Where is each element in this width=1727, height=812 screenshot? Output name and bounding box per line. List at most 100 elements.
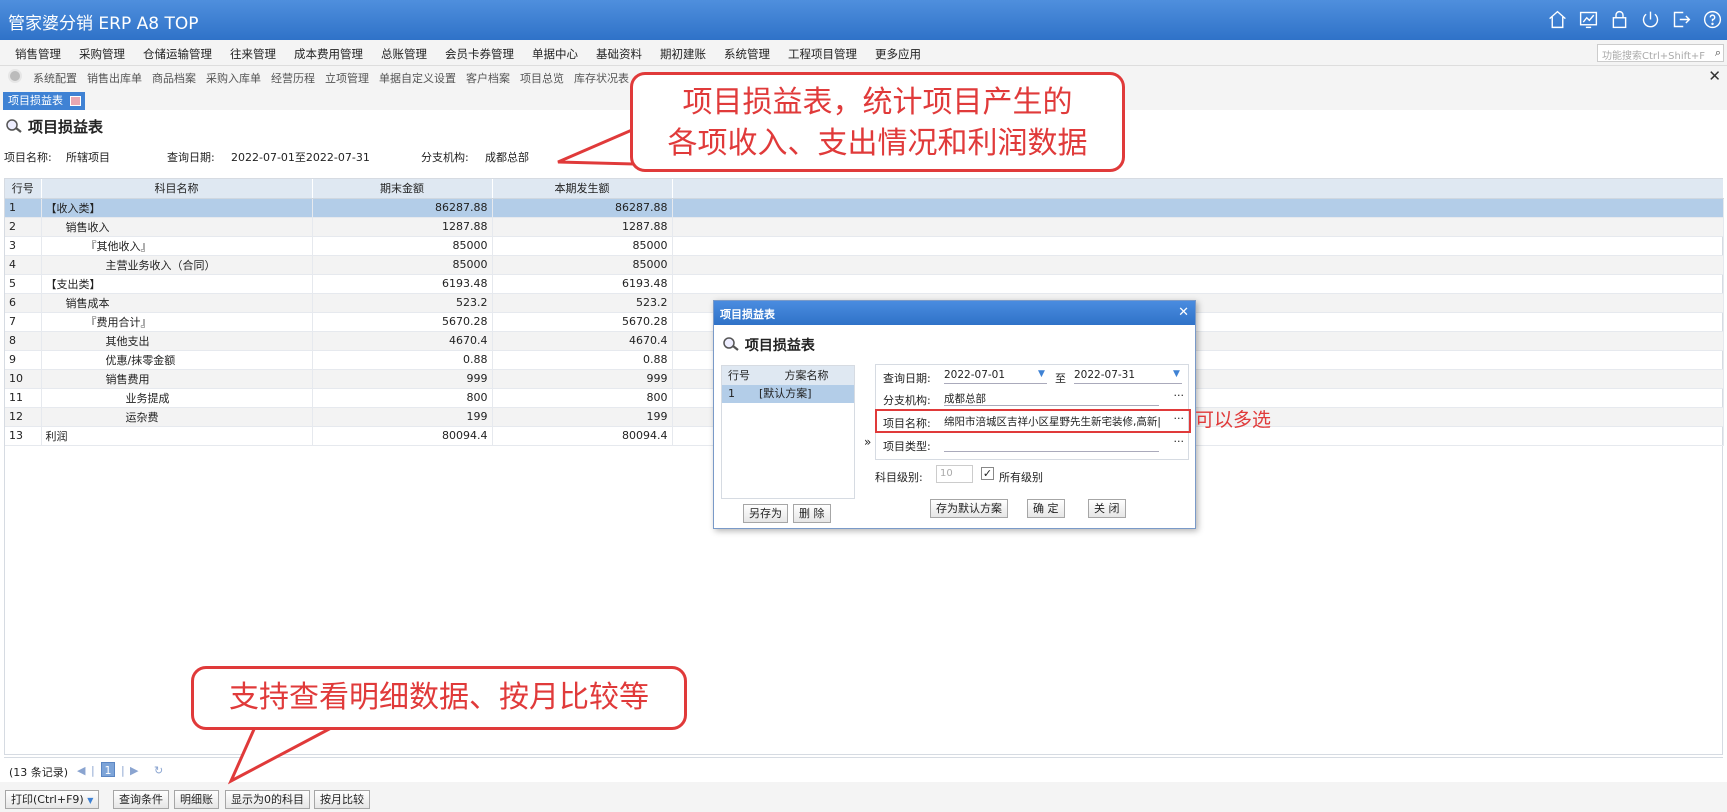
menu-item[interactable]: 单据中心	[523, 46, 587, 62]
quick-link[interactable]: 销售出库单	[82, 70, 147, 86]
column-header[interactable]: 科目名称	[41, 179, 313, 199]
save-as-button[interactable]: 另存为	[743, 504, 788, 523]
branch-input[interactable]: 成都总部	[944, 391, 1159, 406]
close-button[interactable]: 关 闭	[1088, 499, 1126, 518]
type-input[interactable]	[944, 437, 1159, 452]
quick-link[interactable]: 单据自定义设置	[374, 70, 461, 86]
next-page-icon[interactable]: ▶	[130, 764, 138, 777]
help-icon[interactable]	[1702, 9, 1723, 30]
quick-link[interactable]: 经营历程	[266, 70, 320, 86]
chart-icon[interactable]	[1578, 9, 1599, 30]
cell-filler	[672, 236, 1724, 256]
menu-item[interactable]: 总账管理	[372, 46, 436, 62]
logout-icon[interactable]	[1671, 9, 1692, 30]
menu-item[interactable]: 成本费用管理	[285, 46, 372, 62]
app-title: 管家婆分销 ERP A8 TOP	[8, 14, 199, 34]
scheme-row[interactable]: 1 [默认方案]	[722, 385, 854, 403]
quick-link[interactable]: 系统配置	[28, 70, 82, 86]
table-row[interactable]: 4 主营业务收入（合同） 85000 85000	[5, 255, 1724, 275]
chevron-down-icon[interactable]: ▼	[1038, 369, 1045, 379]
ok-button[interactable]: 确 定	[1027, 499, 1065, 518]
settings-icon[interactable]	[8, 69, 22, 83]
cell-no: 3	[5, 236, 42, 256]
cell-name: 【收入类】	[41, 198, 313, 218]
table-row[interactable]: 3 『其他收入』 85000 85000	[5, 236, 1724, 256]
project-input[interactable]: 绵阳市涪城区吉祥小区星野先生新宅装修,高新|	[944, 414, 1162, 429]
cell-no: 11	[5, 388, 42, 408]
query-form: 查询日期: 2022-07-01 ▼ 至 2022-07-31 ▼ 分支机构: …	[875, 364, 1191, 460]
first-page-icon[interactable]: ◀	[77, 764, 85, 777]
delete-button[interactable]: 删 除	[793, 504, 831, 523]
cell-name: 【支出类】	[41, 274, 313, 294]
tab-close-icon[interactable]	[70, 96, 81, 106]
cell-end: 5670.28	[312, 312, 493, 332]
cell-no: 10	[5, 369, 42, 389]
pager: (13 条记录) ◀ | 1 | ▶ ↻	[4, 757, 1723, 781]
menu-item[interactable]: 采购管理	[70, 46, 134, 62]
save-default-button[interactable]: 存为默认方案	[930, 499, 1008, 518]
date-label: 查询日期:	[883, 372, 931, 385]
chevron-down-icon[interactable]: ▼	[87, 796, 93, 805]
quick-link[interactable]: 客户档案	[461, 70, 515, 86]
lock-icon[interactable]	[1609, 9, 1630, 30]
dialog-close-icon[interactable]: ✕	[1178, 305, 1189, 320]
cell-filler	[672, 217, 1724, 237]
all-levels-checkbox[interactable]: ✓	[981, 467, 994, 480]
menu-item[interactable]: 销售管理	[6, 46, 70, 62]
table-row[interactable]: 2 销售收入 1287.88 1287.88	[5, 217, 1724, 237]
level-input[interactable]: 10	[936, 465, 973, 483]
column-header[interactable]: 本期发生额	[492, 179, 673, 199]
print-button[interactable]: 打印(Ctrl+F9) ▼	[5, 790, 100, 809]
cell-period: 1287.88	[492, 217, 673, 237]
cell-no: 1	[5, 198, 42, 218]
multi-select-note: 可以多选	[1195, 409, 1272, 431]
refresh-icon[interactable]: ↻	[154, 764, 163, 777]
prev-page-icon[interactable]: |	[91, 764, 95, 777]
cell-end: 199	[312, 407, 493, 427]
date-from-input[interactable]: 2022-07-01	[944, 369, 1047, 384]
monthly-compare-button[interactable]: 按月比较	[314, 790, 370, 809]
page-number[interactable]: 1	[101, 762, 115, 777]
cell-name: 利润	[41, 426, 313, 446]
menu-item[interactable]: 系统管理	[715, 46, 779, 62]
chevron-down-icon[interactable]: ▼	[1173, 369, 1180, 379]
more-icon[interactable]: ···	[1174, 412, 1185, 425]
menu-item[interactable]: 更多应用	[866, 46, 930, 62]
query-dialog: 项目损益表 ✕ 项目损益表 行号 方案名称 1 [默认方案] 另存为 删 除 »…	[713, 300, 1196, 529]
show-zero-accounts-button[interactable]: 显示为0的科目	[225, 790, 310, 809]
menu-item[interactable]: 期初建账	[651, 46, 715, 62]
cell-no: 9	[5, 350, 42, 370]
close-icon[interactable]: ✕	[1708, 67, 1721, 85]
menu-item[interactable]: 仓储运输管理	[134, 46, 221, 62]
menu-item[interactable]: 会员卡券管理	[436, 46, 523, 62]
column-header[interactable]: 期末金额	[312, 179, 493, 199]
quick-link[interactable]: 立项管理	[320, 70, 374, 86]
more-icon[interactable]: ···	[1174, 435, 1185, 448]
cell-name: 主营业务收入（合同）	[41, 255, 313, 275]
cell-no: 6	[5, 293, 42, 313]
cell-filler	[672, 274, 1724, 294]
cell-period: 4670.4	[492, 331, 673, 351]
quick-link[interactable]: 项目总览	[515, 70, 569, 86]
home-icon[interactable]	[1547, 9, 1568, 30]
tab-project-pnl[interactable]: 项目损益表	[3, 92, 85, 110]
table-row[interactable]: 5 【支出类】 6193.48 6193.48	[5, 274, 1724, 294]
date-to-input[interactable]: 2022-07-31	[1074, 369, 1182, 384]
detail-ledger-button[interactable]: 明细账	[174, 790, 219, 809]
quick-link[interactable]: 库存状况表	[569, 70, 634, 86]
quick-link[interactable]: 商品档案	[147, 70, 201, 86]
more-icon[interactable]: ···	[1174, 389, 1185, 402]
table-row[interactable]: 1 【收入类】 86287.88 86287.88	[5, 198, 1724, 218]
menu-item[interactable]: 工程项目管理	[779, 46, 866, 62]
search-icon[interactable]: ⌕	[1715, 46, 1721, 60]
column-header[interactable]: 行号	[5, 179, 42, 199]
project-label: 项目名称:	[883, 417, 931, 430]
cell-period: 0.88	[492, 350, 673, 370]
menu-item[interactable]: 基础资料	[587, 46, 651, 62]
collapse-arrow-icon[interactable]: »	[864, 435, 871, 449]
menu-item[interactable]: 往来管理	[221, 46, 285, 62]
function-search-input[interactable]: 功能搜索Ctrl+Shift+F ⌕	[1597, 44, 1724, 62]
query-conditions-button[interactable]: 查询条件	[113, 790, 169, 809]
power-icon[interactable]	[1640, 9, 1661, 30]
quick-link[interactable]: 采购入库单	[201, 70, 266, 86]
